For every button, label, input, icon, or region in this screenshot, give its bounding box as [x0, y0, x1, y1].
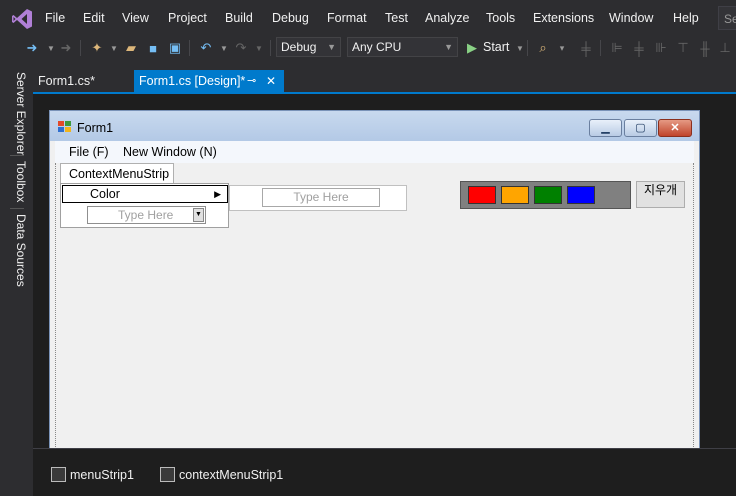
green-swatch[interactable]: [534, 186, 562, 204]
start-icon[interactable]: ▶: [463, 39, 481, 57]
save-icon[interactable]: ■: [144, 39, 162, 57]
maximize-icon: ▢: [635, 122, 646, 134]
tray-item-label: contextMenuStrip1: [179, 468, 284, 482]
new-project-icon[interactable]: ✦: [88, 39, 106, 57]
open-folder-icon[interactable]: ▰: [122, 39, 140, 57]
menu-bar: File Edit View Project Build Debug Forma…: [0, 0, 736, 36]
form-icon: [58, 121, 71, 132]
context-menu-strip-tab[interactable]: ContextMenuStrip: [60, 163, 174, 184]
toolbox-tab[interactable]: Toolbox: [6, 161, 28, 202]
form-title-bar: Form1 ▁ ▢ ✕: [50, 111, 699, 141]
type-here-label: Type Here: [118, 208, 174, 222]
toolbar-separator: [189, 40, 190, 56]
menu-file[interactable]: File: [45, 11, 65, 25]
side-tab-separator: [10, 155, 24, 156]
tab-form1-cs[interactable]: Form1.cs*: [33, 70, 133, 92]
align-left-icon[interactable]: ⊫: [608, 39, 626, 57]
tray-item-label: menuStrip1: [70, 468, 134, 482]
new-dropdown-icon[interactable]: ▼: [105, 39, 123, 57]
tray-item-menustrip1[interactable]: menuStrip1: [51, 466, 134, 484]
component-tray: [33, 448, 736, 496]
submenu-arrow-icon: ▶: [214, 189, 221, 199]
red-swatch[interactable]: [468, 186, 496, 204]
server-explorer-tab[interactable]: Server Explorer: [6, 72, 28, 155]
chevron-down-icon: ▼: [327, 42, 336, 52]
undo-icon[interactable]: ↶: [197, 39, 215, 57]
platform-combo[interactable]: Any CPU ▼: [347, 37, 458, 57]
back-icon[interactable]: ➜: [23, 39, 41, 57]
form-window[interactable]: Form1 ▁ ▢ ✕ File (F) New Window (N): [49, 110, 700, 450]
menu-view[interactable]: View: [122, 11, 149, 25]
type-here-combo[interactable]: Type Here ▼: [87, 206, 206, 224]
menu-build[interactable]: Build: [225, 11, 253, 25]
search-input[interactable]: Se: [718, 6, 736, 30]
context-menu-strip-icon: [160, 467, 175, 482]
color-menu-item-label: Color: [90, 187, 120, 201]
align-center-icon[interactable]: ╪: [630, 39, 648, 57]
align-grid-icon[interactable]: ╪: [577, 39, 595, 57]
toolbar-overflow-icon[interactable]: ▾: [553, 39, 571, 57]
form-menu-strip: File (F) New Window (N): [55, 141, 694, 163]
minimize-icon: ▁: [601, 122, 610, 134]
pin-icon[interactable]: ⊸: [247, 70, 256, 92]
form-close-button[interactable]: ✕: [658, 119, 692, 137]
color-menu-item[interactable]: Color ▶: [62, 185, 228, 203]
align-top-icon[interactable]: ⊤: [674, 39, 692, 57]
submenu-type-here-input[interactable]: Type Here: [262, 188, 380, 207]
find-icon[interactable]: ⌕: [534, 39, 552, 57]
form-menu-new-window[interactable]: New Window (N): [123, 145, 217, 159]
configuration-value: Debug: [281, 40, 317, 54]
visual-studio-logo-icon: [12, 9, 32, 29]
minimize-button[interactable]: ▁: [589, 119, 622, 137]
menu-debug[interactable]: Debug: [272, 11, 309, 25]
menustrip-icon: [51, 467, 66, 482]
toolbar-separator: [80, 40, 81, 56]
chevron-down-icon[interactable]: ▼: [193, 208, 204, 222]
tab-form1-cs-label: Form1.cs*: [38, 74, 95, 88]
side-tab-separator: [10, 208, 24, 209]
configuration-combo[interactable]: Debug ▼: [276, 37, 341, 57]
redo-icon[interactable]: ↷: [232, 39, 250, 57]
maximize-button[interactable]: ▢: [624, 119, 657, 137]
toolbar-separator: [270, 40, 271, 56]
side-rail: Server Explorer Toolbox Data Sources: [0, 60, 33, 496]
toolbar-separator: [527, 40, 528, 56]
menu-test[interactable]: Test: [385, 11, 408, 25]
orange-swatch[interactable]: [501, 186, 529, 204]
close-icon: ✕: [670, 122, 680, 134]
tab-form1-design-label: Form1.cs [Design]*: [139, 74, 246, 88]
menu-format[interactable]: Format: [327, 11, 367, 25]
document-tab-strip: Form1.cs* Form1.cs [Design]* ⊸ ✕: [33, 70, 736, 94]
align-middle-icon[interactable]: ╫: [696, 39, 714, 57]
toolbar: ➜ ▼ ➜ ✦ ▼ ▰ ■ ▣ ↶ ▼ ↷ ▼ Debug ▼ Any CPU …: [0, 36, 736, 60]
platform-value: Any CPU: [352, 40, 402, 54]
menu-edit[interactable]: Edit: [83, 11, 105, 25]
menu-extensions[interactable]: Extensions: [533, 11, 594, 25]
menu-window[interactable]: Window: [609, 11, 653, 25]
menu-tools[interactable]: Tools: [486, 11, 515, 25]
eraser-button[interactable]: 지우개: [636, 181, 685, 208]
undo-dropdown-icon[interactable]: ▼: [215, 39, 233, 57]
menu-analyze[interactable]: Analyze: [425, 11, 469, 25]
close-icon[interactable]: ✕: [266, 70, 276, 92]
toolbar-separator: [600, 40, 601, 56]
form-menu-file[interactable]: File (F): [69, 145, 109, 159]
data-sources-tab[interactable]: Data Sources: [6, 214, 28, 287]
menu-project[interactable]: Project: [168, 11, 207, 25]
tab-form1-design[interactable]: Form1.cs [Design]* ⊸ ✕: [134, 70, 284, 92]
start-button[interactable]: Start: [483, 40, 509, 54]
redo-dropdown-icon[interactable]: ▼: [250, 39, 268, 57]
save-all-icon[interactable]: ▣: [166, 39, 184, 57]
form-title: Form1: [77, 121, 114, 135]
align-bottom-icon[interactable]: ⊥: [716, 39, 734, 57]
align-right-icon[interactable]: ⊪: [652, 39, 670, 57]
tray-item-contextmenustrip1[interactable]: contextMenuStrip1: [160, 466, 283, 484]
menu-help[interactable]: Help: [673, 11, 699, 25]
color-palette-panel: [460, 181, 631, 209]
forward-icon[interactable]: ➜: [57, 39, 75, 57]
blue-swatch[interactable]: [567, 186, 595, 204]
chevron-down-icon: ▼: [444, 42, 453, 52]
